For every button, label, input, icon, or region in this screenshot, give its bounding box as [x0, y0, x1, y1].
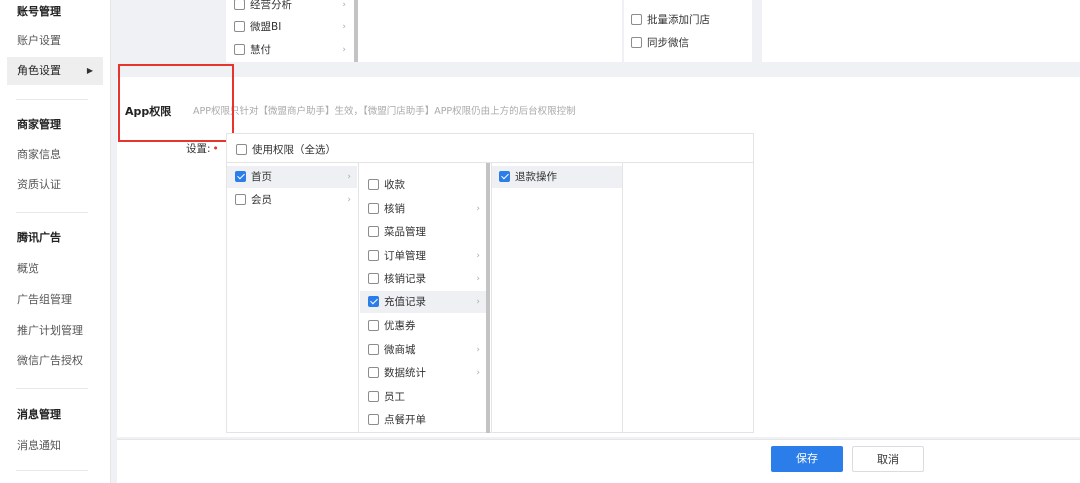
chevron-right-icon: › — [476, 297, 480, 307]
divider — [16, 99, 88, 100]
permission-item[interactable]: 微商城 › — [360, 339, 486, 361]
highlight-annotation — [118, 64, 234, 142]
sidebar-item-label: 角色设置 — [17, 64, 61, 77]
sidebar-group-merchant[interactable]: 商家管理 — [7, 111, 103, 139]
checkbox-icon[interactable] — [368, 203, 379, 214]
chevron-right-icon: › — [476, 345, 480, 355]
checkbox-checked-icon[interactable] — [235, 171, 246, 182]
checkbox-icon[interactable] — [368, 250, 379, 261]
chevron-right-icon: › — [476, 274, 480, 284]
divider — [16, 470, 88, 471]
permission-item[interactable]: 核销 › — [360, 198, 486, 220]
required-mark: • — [212, 143, 219, 155]
sidebar-item-qualification[interactable]: 资质认证 — [7, 171, 103, 199]
permission-item[interactable]: 批量添加门店 — [631, 9, 749, 31]
top-permission-spacer — [762, 0, 1080, 62]
chevron-right-icon: › — [476, 368, 480, 378]
sidebar-item-overview[interactable]: 概览 — [7, 255, 103, 283]
permission-item-member[interactable]: 会员 › — [227, 189, 357, 211]
chevron-right-icon: › — [347, 195, 351, 205]
permission-item[interactable]: 慧付 › — [234, 39, 352, 61]
checkbox-checked-icon[interactable] — [499, 171, 510, 182]
checkbox-icon[interactable] — [236, 144, 247, 155]
checkbox-checked-icon[interactable] — [368, 296, 379, 307]
checkbox-icon[interactable] — [234, 21, 245, 32]
divider — [16, 212, 88, 213]
chevron-right-icon: › — [342, 45, 346, 55]
chevron-right-icon: › — [347, 172, 351, 182]
sidebar-group-messages[interactable]: 消息管理 — [7, 401, 103, 429]
permission-item[interactable]: 微盟BI › — [234, 16, 352, 38]
setting-label: 设置: • — [186, 143, 219, 155]
chevron-right-icon: › — [476, 251, 480, 261]
save-button[interactable]: 保存 — [771, 446, 843, 472]
permission-col-3 — [491, 163, 623, 433]
top-permission-col-2 — [358, 0, 622, 62]
chevron-right-icon: › — [476, 204, 480, 214]
checkbox-icon[interactable] — [368, 226, 379, 237]
permission-item[interactable]: 核销记录 › — [360, 268, 486, 290]
checkbox-icon[interactable] — [368, 367, 379, 378]
sidebar-item-message-notice[interactable]: 消息通知 — [7, 432, 103, 460]
scrollbar[interactable] — [486, 163, 490, 433]
top-permission-col-3: 批量添加门店 同步微信 — [624, 0, 752, 62]
checkbox-icon[interactable] — [235, 194, 246, 205]
sidebar-group-account[interactable]: 账号管理 — [7, 0, 103, 26]
checkbox-icon[interactable] — [368, 179, 379, 190]
sidebar-item-campaign[interactable]: 推广计划管理 — [7, 317, 103, 345]
sidebar-item-adgroup[interactable]: 广告组管理 — [7, 286, 103, 314]
permission-item[interactable]: 员工 — [360, 386, 486, 408]
permission-item-home[interactable]: 首页 › — [227, 166, 357, 188]
permission-item[interactable]: 数据统计 › — [360, 362, 486, 384]
action-bar — [117, 439, 1080, 483]
divider — [16, 388, 88, 389]
permission-item[interactable]: 菜品管理 — [360, 221, 486, 243]
section-description: APP权限只针对【微盟商户助手】生效，【微盟门店助手】APP权限仍由上方的后台权… — [193, 106, 576, 117]
checkbox-icon[interactable] — [368, 344, 379, 355]
checkbox-icon[interactable] — [234, 0, 245, 10]
permission-item[interactable]: 同步微信 — [631, 32, 749, 54]
checkbox-icon[interactable] — [368, 320, 379, 331]
permission-item[interactable]: 点餐开单 — [360, 409, 486, 431]
checkbox-icon[interactable] — [368, 273, 379, 284]
permission-item-recharge-records[interactable]: 充值记录 › — [360, 291, 486, 313]
chevron-right-icon: › — [342, 0, 346, 10]
sidebar-item-role-settings[interactable]: 角色设置 ▶ — [7, 57, 103, 85]
cancel-button[interactable]: 取消 — [852, 446, 924, 472]
top-permission-col-1: 经营分析 › 微盟BI › 慧付 › — [226, 0, 356, 62]
checkbox-icon[interactable] — [368, 414, 379, 425]
permission-item[interactable]: 订单管理 › — [360, 245, 486, 267]
select-all-row[interactable]: 使用权限（全选） — [226, 133, 754, 163]
sidebar-item-merchant-info[interactable]: 商家信息 — [7, 141, 103, 169]
checkbox-icon[interactable] — [368, 391, 379, 402]
permission-item[interactable]: 收款 — [360, 174, 486, 196]
checkbox-icon[interactable] — [631, 14, 642, 25]
sidebar: 账号管理 账户设置 角色设置 ▶ 商家管理 商家信息 资质认证 腾讯广告 概览 … — [0, 0, 111, 483]
caret-right-icon: ▶ — [86, 66, 93, 75]
sidebar-item-wechat-ads-auth[interactable]: 微信广告授权 — [7, 347, 103, 375]
permission-item[interactable]: 经营分析 › — [234, 0, 352, 16]
checkbox-icon[interactable] — [631, 37, 642, 48]
select-all-label: 使用权限（全选） — [252, 144, 336, 156]
permission-item-refund[interactable]: 退款操作 — [492, 166, 622, 188]
permission-item[interactable]: 优惠券 — [360, 315, 486, 337]
checkbox-icon[interactable] — [234, 44, 245, 55]
sidebar-item-account-settings[interactable]: 账户设置 — [7, 27, 103, 55]
sidebar-group-tencent-ads[interactable]: 腾讯广告 — [7, 224, 103, 252]
chevron-right-icon: › — [342, 22, 346, 32]
